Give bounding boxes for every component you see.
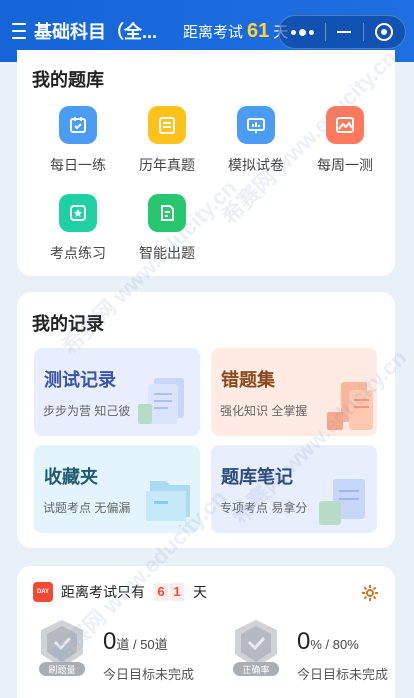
notebook-illustration [319, 479, 365, 525]
capsule-divider [325, 23, 327, 41]
bank-item-daily[interactable]: 每日一练 [33, 106, 123, 175]
days-digit: 6 [154, 583, 168, 601]
medal-label: 刷题量 [48, 665, 76, 675]
star-badge-icon [59, 194, 97, 232]
tile-subtitle: 步步为营 知己彼 [43, 404, 131, 418]
records-card: 我的记录 测试记录 步步为营 知己彼 错题集 强化知识 全掌握 收藏夹 试题考点… [17, 292, 395, 548]
chart-board-icon [237, 106, 275, 144]
tile-title: 题库笔记 [221, 467, 293, 487]
days-suffix: 天 [193, 584, 207, 600]
exam-days-row: DAY 距离考试只有 6 1 天 [33, 582, 207, 602]
stat-value: 0道 / 50道 [103, 628, 168, 656]
countdown-days: 61 [247, 19, 270, 42]
medal-label: 正确率 [242, 665, 270, 675]
stat-status: 今日目标未完成 [297, 667, 389, 682]
countdown-prefix: 距离考试 [183, 23, 244, 41]
stat-number: 0 [103, 628, 117, 655]
tile-test-records[interactable]: 测试记录 步步为营 知己彼 [34, 348, 200, 436]
minimize-icon[interactable] [337, 31, 352, 33]
bank-item-smart-quiz[interactable]: 智能出题 [122, 194, 212, 263]
stat-question-count: 刷题量 0道 / 50道 今日目标未完成 [33, 616, 213, 686]
folder-stack-illustration [327, 382, 373, 430]
close-target-icon[interactable] [375, 23, 394, 41]
edit-doc-icon [148, 194, 186, 232]
tile-subtitle: 试题考点 无偏漏 [43, 501, 131, 515]
calendar-icon [59, 106, 97, 144]
bank-item-label: 每日一练 [50, 157, 106, 173]
tile-wrong-questions[interactable]: 错题集 强化知识 全掌握 [211, 348, 377, 436]
bank-item-weekly-test[interactable]: 每周一测 [300, 106, 390, 175]
exam-progress-card: DAY 距离考试只有 6 1 天 刷题量 0道 / 50道 今日目标未完成 正确… [17, 566, 395, 698]
section-title-records: 我的记录 [32, 314, 104, 334]
exam-countdown: 距离考试 61 天 [183, 20, 288, 43]
tile-subtitle: 强化知识 全掌握 [220, 404, 308, 418]
settings-gear-icon[interactable] [361, 584, 379, 607]
menu-icon[interactable] [12, 23, 30, 39]
stat-number: 0 [297, 628, 311, 655]
tile-title: 错题集 [221, 370, 275, 390]
bank-item-label: 考点练习 [50, 245, 106, 261]
tile-notes[interactable]: 题库笔记 专项考点 易拿分 [211, 445, 377, 533]
more-dots-icon[interactable] [290, 28, 314, 36]
stat-value: 0% / 80% [297, 628, 359, 656]
stat-status: 今日目标未完成 [103, 667, 195, 682]
tile-favorites[interactable]: 收藏夹 试题考点 无偏漏 [34, 445, 200, 533]
bank-item-label: 模拟试卷 [228, 157, 284, 173]
bank-item-mock-exam[interactable]: 模拟试卷 [211, 106, 301, 175]
day-calendar-icon: DAY [33, 582, 53, 602]
mini-program-capsule [278, 15, 406, 49]
section-title-bank: 我的题库 [32, 70, 104, 90]
bank-item-label: 历年真题 [139, 157, 195, 173]
image-icon [326, 106, 364, 144]
subject-title[interactable]: 基础科目（全... [34, 18, 157, 44]
bank-item-label: 每周一测 [317, 157, 373, 173]
days-digit: 1 [170, 583, 184, 601]
folder-illustration [146, 481, 190, 521]
bank-item-key-points[interactable]: 考点练习 [33, 194, 123, 263]
calendar-label: DAY [36, 589, 50, 595]
stat-accuracy: 正确率 0% / 80% 今日目标未完成 [227, 616, 407, 686]
stat-unit: % / 80% [310, 637, 359, 652]
tile-title: 测试记录 [44, 370, 116, 390]
days-prefix: 距离考试只有 [61, 584, 145, 600]
question-bank-card: 我的题库 每日一练 历年真题 模拟试卷 每周一测 考点练习 智能出题 [17, 50, 395, 276]
tile-title: 收藏夹 [44, 467, 98, 487]
document-icon [148, 106, 186, 144]
tile-subtitle: 专项考点 易拿分 [220, 501, 308, 515]
stat-unit: 道 / 50道 [116, 637, 168, 652]
bank-item-past-papers[interactable]: 历年真题 [122, 106, 212, 175]
capsule-divider [362, 23, 364, 41]
document-stack-illustration [138, 378, 184, 424]
bank-item-label: 智能出题 [139, 245, 195, 261]
